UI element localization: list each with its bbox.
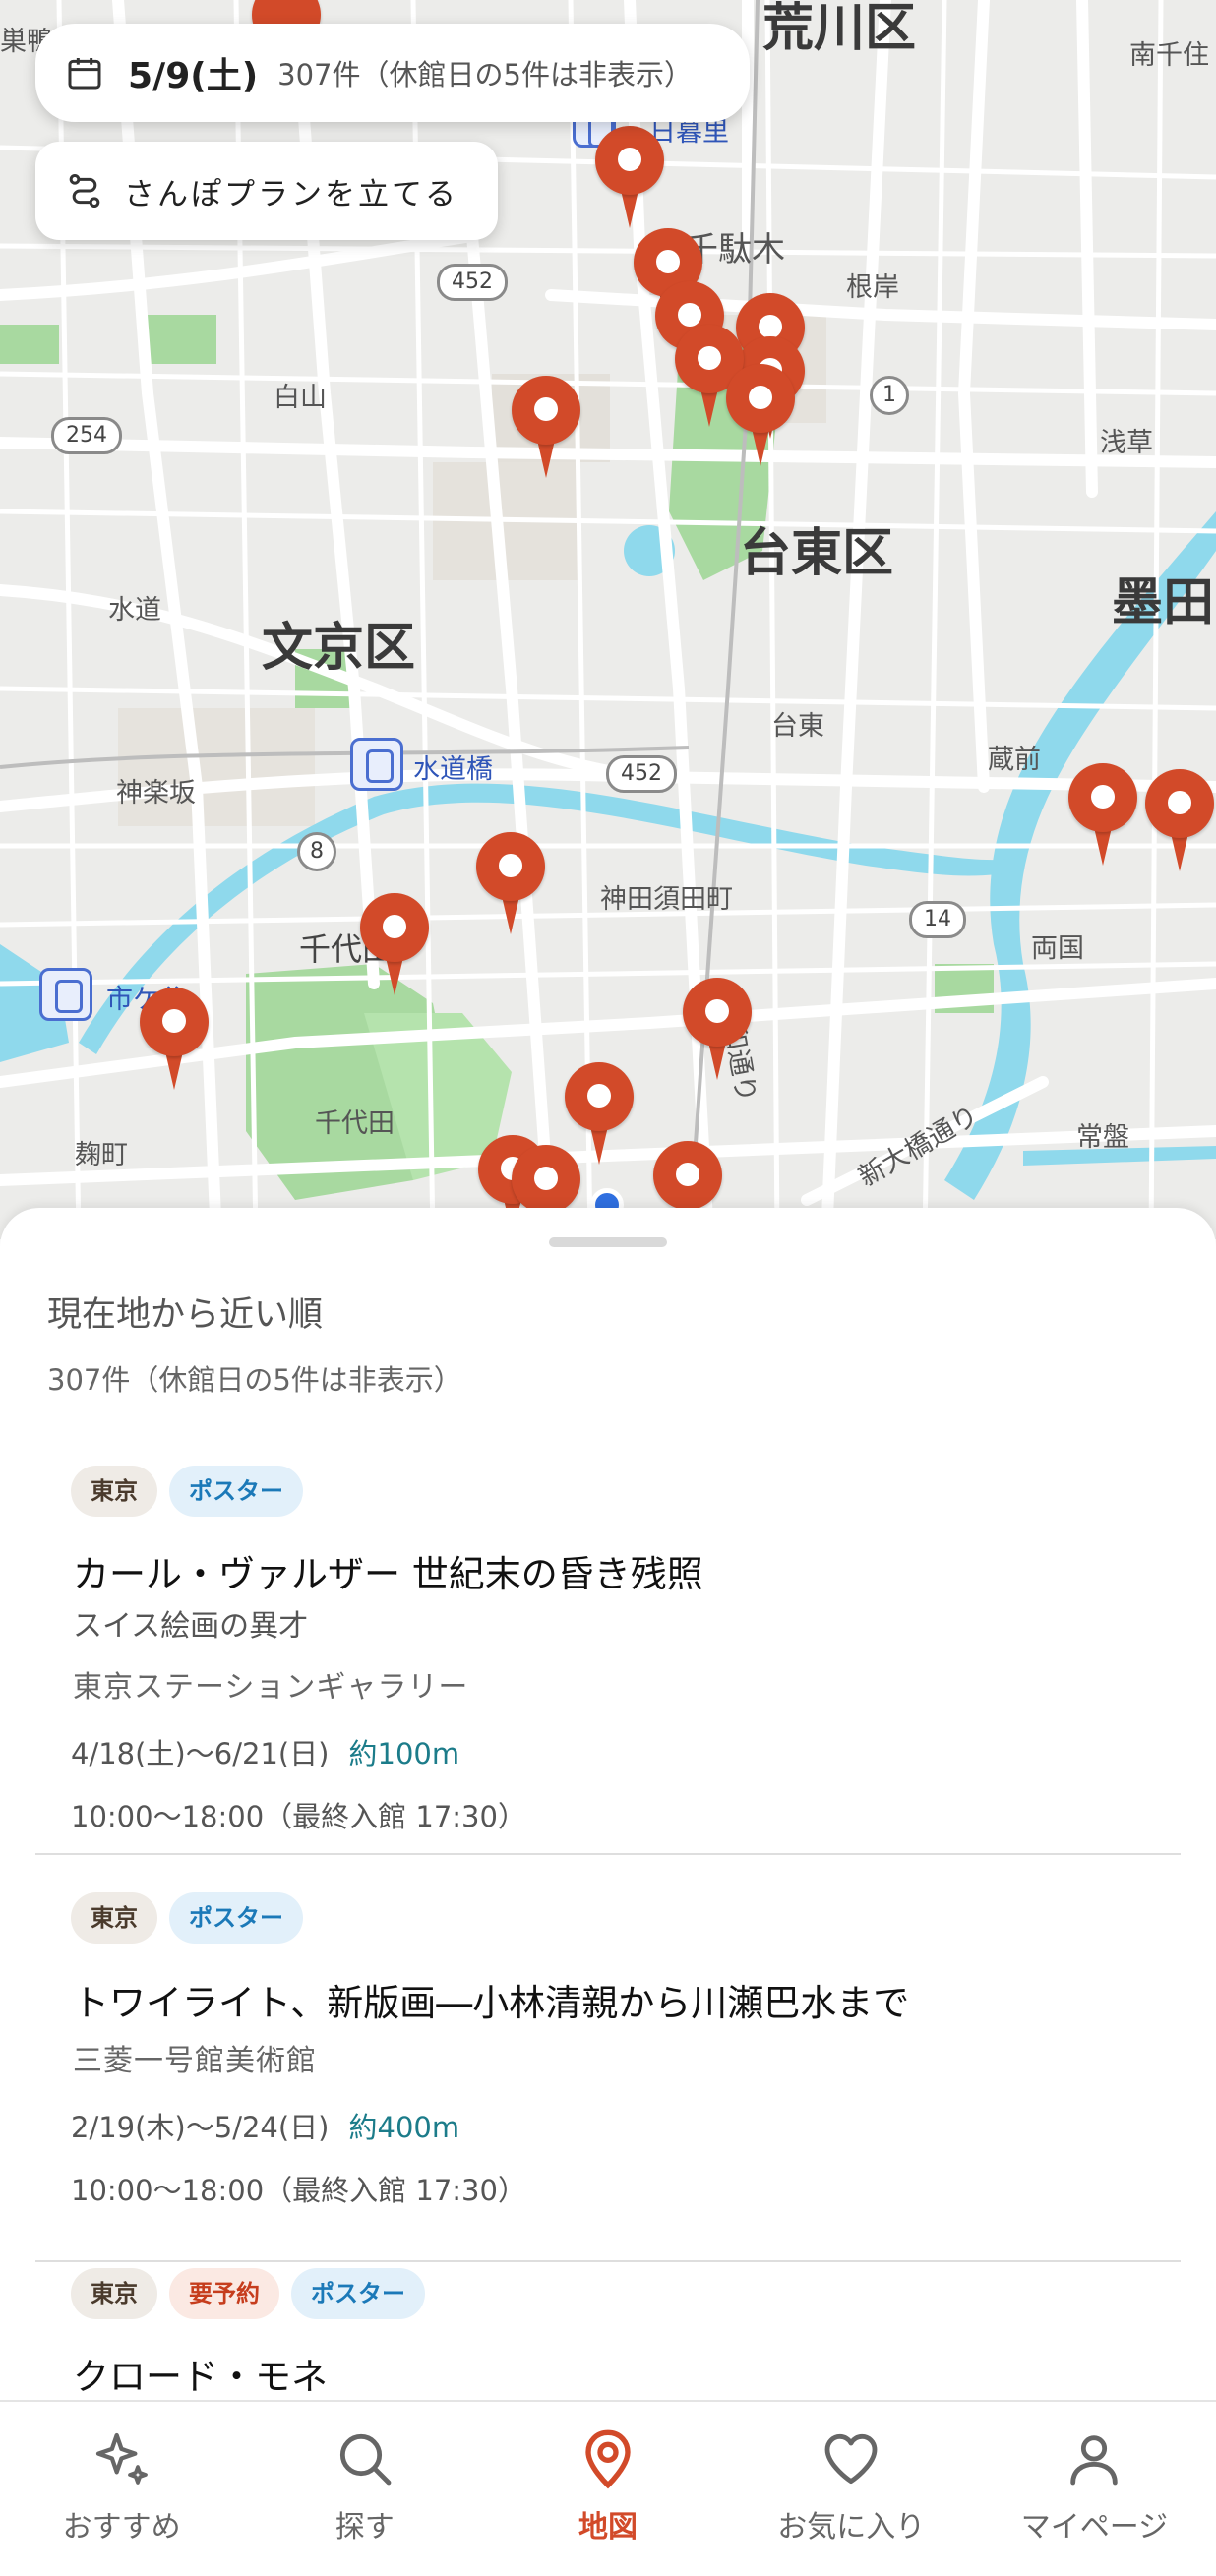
ichigaya-station-icon [39,968,92,1021]
map-label-suido: 水道 [108,595,161,626]
map-label-kanda-sudacho: 神田須田町 [600,884,733,915]
route-8-shield: 8 [297,832,336,871]
prefecture-tag: 東京 [71,2268,157,2319]
poster-tag: ポスター [169,1892,303,1944]
route-452-shield-2: 452 [606,755,677,793]
nav-label: 探す [334,2510,395,2545]
exhibition-subtitle: スイス絵画の異才 [73,1609,309,1644]
exhibition-dates-row: 2/19(木)〜5/24(日) 約400m [71,2105,459,2146]
sort-order-label[interactable]: 現在地から近い順 [47,1287,323,1337]
map-label-kuramae: 蔵前 [988,745,1041,775]
nav-label: マイページ [1020,2510,1169,2545]
sparkle-icon [95,2432,148,2485]
museum-pin[interactable] [1145,769,1214,877]
map-label-kojimachi: 麹町 [75,1140,128,1170]
exhibition-dates-row: 4/18(土)〜6/21(日) 約100m [71,1731,459,1772]
exhibition-card[interactable]: 東京 ポスター カール・ヴァルザー 世紀末の昏き残照 スイス絵画の異才 東京ステ… [35,1466,1181,1855]
results-sheet[interactable]: 現在地から近い順 307件（休館日の5件は非表示） 東京 ポスター カール・ヴァ… [0,1208,1216,2408]
nav-item-search[interactable]: 探す [243,2402,486,2576]
route-1-shield: 1 [870,376,909,415]
calendar-icon [68,58,101,90]
museum-pin[interactable] [140,988,209,1096]
museum-pin[interactable] [683,978,752,1086]
exhibition-hours: 10:00〜18:00（最終入館 17:30） [71,2174,526,2207]
museum-pin[interactable] [360,893,429,1001]
poster-tag: ポスター [169,1466,303,1517]
exhibition-hours: 10:00〜18:00（最終入館 17:30） [71,1800,526,1833]
exhibition-title: カール・ヴァルザー 世紀末の昏き残照 [73,1553,703,1595]
nav-item-recommend[interactable]: おすすめ [0,2402,243,2576]
museum-pin[interactable] [726,364,795,472]
tag-list: 東京 ポスター [71,1892,303,1944]
map-label-nezu: 根岸 [846,272,899,303]
map-label-hakusan: 白山 [274,383,327,413]
nav-label: お気に入り [777,2510,926,2545]
exhibition-title: クロード・モネ [73,2356,328,2398]
nav-item-mypage[interactable]: マイページ [973,2402,1216,2576]
exhibition-card[interactable]: 東京 ポスター トワイライト、新版画―小林清親から川瀬巴水まで 三菱一号館美術館… [35,1892,1181,2262]
map-label-sumida: 墨田 [1112,573,1215,632]
prefecture-tag: 東京 [71,1466,157,1517]
header-result-count: 307件（休館日の5件は非表示） [277,58,693,91]
map-label-arakawa: 荒川区 [762,0,917,58]
map-label-suidobashi: 水道橋 [413,754,493,785]
map-label-minami-senju: 南千住 [1129,40,1209,71]
museum-pin[interactable] [512,376,580,484]
exhibition-dates: 4/18(土)〜6/21(日) [71,1737,330,1770]
exhibition-distance: 約100m [348,1737,460,1770]
heart-icon [824,2433,878,2485]
person-icon [1070,2435,1119,2486]
exhibition-venue: 三菱一号館美術館 [73,2044,317,2078]
nav-label: おすすめ [62,2510,181,2545]
reservation-required-tag: 要予約 [169,2268,279,2319]
route-254-shield: 254 [51,417,122,454]
map-label-bunkyo-ku: 文京区 [262,619,416,678]
museum-pin[interactable] [1068,763,1137,871]
exhibition-distance: 約400m [348,2111,460,2144]
selected-date: 5/9(土) [128,56,259,96]
nav-item-favorites[interactable]: お気に入り [730,2402,973,2576]
museum-pin[interactable] [476,832,545,940]
poster-tag: ポスター [291,2268,425,2319]
app-root: 荒川区 南千住 日暮里 巣鴨 千駄木 根岸 白山 浅草 台東区 墨田 水道 文京… [0,0,1216,2576]
map-label-asakusa: 浅草 [1100,428,1153,458]
route-14-shield: 14 [909,901,966,938]
map-view[interactable]: 荒川区 南千住 日暮里 巣鴨 千駄木 根岸 白山 浅草 台東区 墨田 水道 文京… [0,0,1216,1239]
bottom-navigation: おすすめ 探す 地図 お気に入り マイページ [0,2400,1216,2576]
exhibition-title: トワイライト、新版画―小林清親から川瀬巴水まで [73,1982,910,2024]
route-icon [69,174,100,209]
result-count: 307件（休館日の5件は非表示） [47,1363,462,1397]
route-452-shield: 452 [437,264,508,301]
nav-label: 地図 [578,2510,638,2545]
prefecture-tag: 東京 [71,1892,157,1944]
walk-plan-label: さんぽプランを立てる [124,176,458,212]
map-pin-icon [585,2429,631,2489]
tag-list: 東京 要予約 ポスター [71,2268,425,2319]
nav-item-map[interactable]: 地図 [486,2402,729,2576]
walk-plan-button[interactable]: さんぽプランを立てる [35,142,498,240]
tag-list: 東京 ポスター [71,1466,303,1517]
date-filter-chip[interactable]: 5/9(土) 307件（休館日の5件は非表示） [35,24,750,122]
exhibition-dates: 2/19(木)〜5/24(日) [71,2111,330,2144]
suidobashi-station-icon [350,738,403,791]
map-label-tokiwa: 常盤 [1076,1122,1129,1153]
map-label-chiyoda: 千代田 [315,1108,395,1139]
map-label-taito-ku: 台東区 [740,524,894,583]
search-icon [339,2433,392,2486]
exhibition-card[interactable]: 東京 要予約 ポスター クロード・モネ [35,2268,1181,2406]
museum-pin[interactable] [595,126,664,234]
map-label-kagurazaka: 神楽坂 [116,778,196,809]
exhibition-venue: 東京ステーションギャラリー [73,1670,469,1705]
map-label-ryogoku: 両国 [1031,933,1084,964]
map-label-taito: 台東 [771,711,824,742]
sheet-drag-handle[interactable] [549,1237,667,1247]
